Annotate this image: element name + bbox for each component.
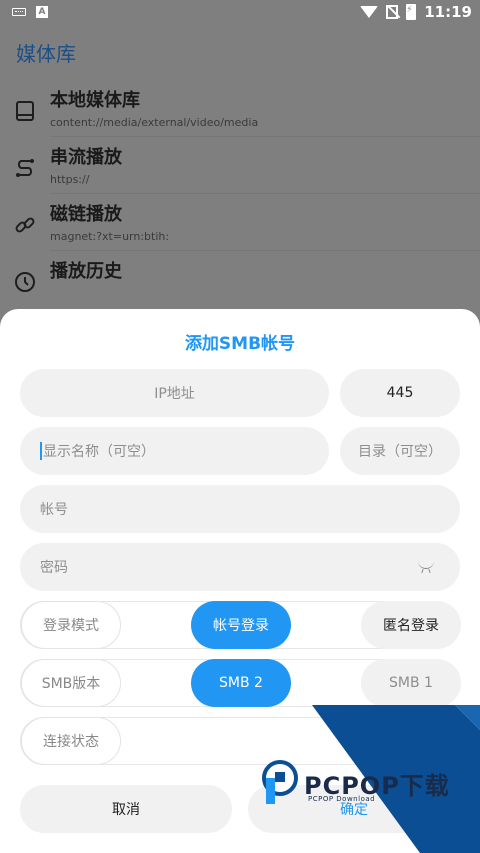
link-icon bbox=[14, 214, 36, 236]
smb-version-2-button[interactable]: SMB 2 bbox=[191, 659, 291, 707]
eye-closed-icon[interactable] bbox=[418, 561, 434, 569]
port-input[interactable]: 445 bbox=[340, 369, 460, 417]
login-mode-account-button[interactable]: 帐号登录 bbox=[191, 601, 291, 649]
stream-icon bbox=[14, 157, 36, 179]
smb-version-row: SMB版本 SMB 2 SMB 1 bbox=[20, 659, 461, 707]
no-sim-icon bbox=[386, 5, 399, 19]
cancel-button[interactable]: 取消 bbox=[20, 785, 232, 833]
password-placeholder: 密码 bbox=[40, 560, 68, 576]
login-mode-row: 登录模式 帐号登录 匿名登录 bbox=[20, 601, 461, 649]
status-bar: A 11:19 bbox=[0, 0, 480, 24]
connection-status-label: 连接状态 bbox=[21, 717, 121, 765]
account-input[interactable]: 帐号 bbox=[20, 485, 460, 533]
library-item-title: 播放历史 bbox=[50, 261, 122, 282]
login-mode-anonymous-button[interactable]: 匿名登录 bbox=[361, 601, 461, 649]
library-item-title: 本地媒体库 bbox=[50, 90, 140, 111]
divider bbox=[50, 136, 480, 137]
status-clock: 11:19 bbox=[424, 3, 472, 21]
text-cursor bbox=[40, 442, 42, 460]
smb-version-1-button[interactable]: SMB 1 bbox=[361, 659, 461, 707]
library-item-local[interactable]: 本地媒体库 content://media/external/video/med… bbox=[0, 86, 480, 142]
a-icon: A bbox=[36, 6, 48, 18]
ip-placeholder: IP地址 bbox=[154, 386, 195, 402]
port-value: 445 bbox=[386, 385, 414, 401]
connection-status-row: 连接状态 bbox=[20, 717, 460, 765]
watermark-sub: PCPOP Download bbox=[308, 795, 376, 803]
library-item-title: 串流播放 bbox=[50, 147, 122, 168]
tablet-icon bbox=[14, 100, 36, 122]
ip-input[interactable]: IP地址 bbox=[20, 369, 329, 417]
account-placeholder: 帐号 bbox=[40, 502, 68, 518]
library-item-subtitle: https:// bbox=[50, 173, 90, 186]
library-item-subtitle: content://media/external/video/media bbox=[50, 116, 259, 129]
library-item-magnet[interactable]: 磁链播放 magnet:?xt=urn:btih: bbox=[0, 200, 480, 256]
clock-icon bbox=[14, 271, 36, 293]
dialog-title: 添加SMB帐号 bbox=[184, 334, 296, 354]
divider bbox=[50, 250, 480, 251]
directory-input[interactable]: 目录（可空） bbox=[340, 427, 460, 475]
directory-placeholder: 目录（可空） bbox=[358, 444, 442, 460]
library-title: 媒体库 bbox=[16, 42, 76, 66]
smb-version-label: SMB版本 bbox=[21, 659, 121, 707]
divider bbox=[50, 193, 480, 194]
pcpop-logo-icon bbox=[262, 760, 298, 804]
library-item-history[interactable]: 播放历史 bbox=[0, 257, 480, 313]
display-name-placeholder: 显示名称（可空） bbox=[43, 444, 155, 460]
display-name-input[interactable]: 显示名称（可空） bbox=[20, 427, 329, 475]
library-item-subtitle: magnet:?xt=urn:btih: bbox=[50, 230, 170, 243]
library-item-stream[interactable]: 串流播放 https:// bbox=[0, 143, 480, 199]
keyboard-icon bbox=[12, 8, 26, 16]
wifi-icon bbox=[360, 6, 379, 18]
battery-charging-icon bbox=[406, 4, 417, 20]
library-item-title: 磁链播放 bbox=[50, 204, 122, 225]
login-mode-label: 登录模式 bbox=[21, 601, 121, 649]
password-input[interactable]: 密码 bbox=[20, 543, 460, 591]
